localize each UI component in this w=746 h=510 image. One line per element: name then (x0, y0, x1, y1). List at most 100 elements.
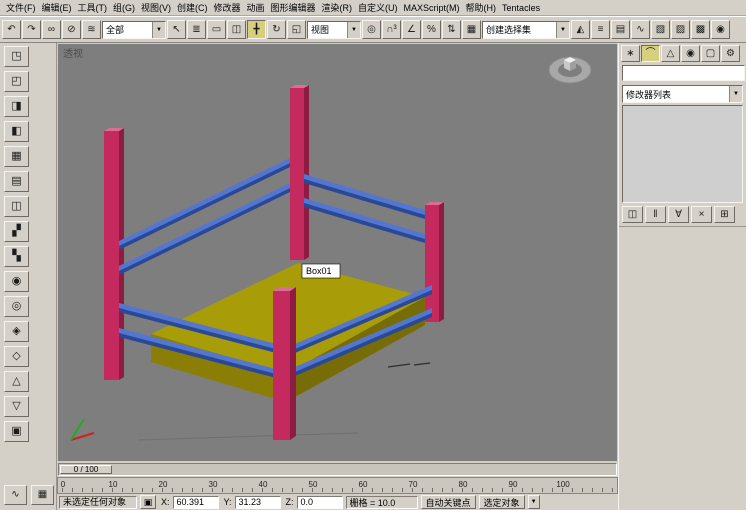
snap-toggle-3d-icon[interactable]: ∩³ (382, 20, 401, 39)
material-editor-icon[interactable]: ▨ (671, 20, 690, 39)
select-object-icon[interactable]: ↖ (167, 20, 186, 39)
key-filter-selected-button[interactable]: 选定对象 (478, 495, 525, 509)
menu-create[interactable]: 创建(C) (174, 0, 211, 15)
tab-create[interactable]: ∗ (621, 45, 640, 62)
reference-coordsys-value: 视图 (311, 25, 330, 35)
select-and-link-icon[interactable]: ∞ (42, 20, 61, 39)
quick-render-icon[interactable]: ◉ (711, 20, 730, 39)
menu-graph-editors[interactable]: 图形编辑器 (268, 0, 319, 15)
perspective-viewport[interactable]: 透视 Box01 (57, 43, 618, 462)
percent-snap-toggle-icon[interactable]: % (422, 20, 441, 39)
selection-filter-dropdown[interactable]: 全部 ▼ (102, 20, 166, 39)
menu-help[interactable]: 帮助(H) (463, 0, 500, 15)
spinner-snap-toggle-icon[interactable]: ⇅ (442, 20, 461, 39)
chevron-down-icon[interactable]: ▼ (152, 21, 165, 38)
layer-manager-icon[interactable]: ▤ (611, 20, 630, 39)
menu-rendering[interactable]: 渲染(R) (319, 0, 356, 15)
left-tool-icon-10[interactable]: ◉ (4, 271, 29, 292)
chevron-down-icon[interactable]: ▼ (729, 86, 742, 102)
left-tool-icon-12[interactable]: ◈ (4, 321, 29, 342)
z-coordinate-field[interactable]: 0.0 (296, 495, 343, 509)
left-tool-icon-15[interactable]: ▽ (4, 396, 29, 417)
mini-curve-editor-button[interactable]: ∿ (4, 485, 27, 505)
auto-key-button[interactable]: 自动关键点 (420, 495, 476, 509)
select-by-name-icon[interactable]: ≣ (187, 20, 206, 39)
left-tool-icon-08[interactable]: ▞ (4, 221, 29, 242)
rails-back-right[interactable] (304, 174, 425, 243)
select-and-rotate-icon[interactable]: ↻ (267, 20, 286, 39)
viewport-label[interactable]: 透视 (63, 45, 83, 60)
left-tool-icon-06[interactable]: ▤ (4, 171, 29, 192)
time-slider-track[interactable]: 0 / 100 (58, 463, 617, 476)
menu-group[interactable]: 组(G) (110, 0, 138, 15)
corner-post-right[interactable] (425, 202, 444, 322)
menu-tools[interactable]: 工具(T) (75, 0, 111, 15)
left-tool-icon-16[interactable]: ▣ (4, 421, 29, 442)
menu-tentacles[interactable]: Tentacles (499, 2, 543, 14)
time-tag-button[interactable]: ▦ (31, 485, 54, 505)
window-crossing-toggle-icon[interactable]: ◫ (227, 20, 246, 39)
menu-customize[interactable]: 自定义(U) (355, 0, 401, 15)
use-pivot-point-center-icon[interactable]: ◎ (362, 20, 381, 39)
modifier-list-dropdown[interactable]: 修改器列表 ▼ (622, 85, 743, 103)
tab-display[interactable]: ▢ (701, 45, 720, 62)
left-tool-icon-04[interactable]: ◧ (4, 121, 29, 142)
mirror-icon[interactable]: ◭ (571, 20, 590, 39)
redo-icon[interactable]: ↷ (22, 20, 41, 39)
chevron-down-icon[interactable]: ▼ (527, 495, 540, 509)
track-bar[interactable]: 0 10 20 30 40 50 60 70 80 90 100 (57, 477, 618, 494)
bind-to-space-warp-icon[interactable]: ≋ (82, 20, 101, 39)
edit-named-selection-sets-icon[interactable]: ▦ (462, 20, 481, 39)
tab-motion[interactable]: ◉ (681, 45, 700, 62)
object-name-field[interactable] (622, 65, 745, 81)
lock-selection-button[interactable]: ▣ (140, 495, 156, 509)
make-unique-button[interactable]: ∀ (668, 206, 689, 223)
left-tool-icon-01[interactable]: ◳ (4, 46, 29, 67)
corner-post-back[interactable] (290, 85, 309, 260)
curve-editor-icon[interactable]: ∿ (631, 20, 650, 39)
menu-maxscript[interactable]: MAXScript(M) (401, 2, 463, 14)
left-tool-icon-13[interactable]: ◇ (4, 346, 29, 367)
remove-modifier-button[interactable]: × (691, 206, 712, 223)
schematic-view-icon[interactable]: ▧ (651, 20, 670, 39)
corner-post-back-left[interactable] (104, 128, 124, 380)
menu-views[interactable]: 视图(V) (138, 0, 174, 15)
menu-edit[interactable]: 编辑(E) (39, 0, 75, 15)
tab-hierarchy[interactable]: △ (661, 45, 680, 62)
corner-post-front[interactable] (273, 287, 296, 440)
undo-icon[interactable]: ↶ (2, 20, 21, 39)
menu-animation[interactable]: 动画 (244, 0, 268, 15)
configure-modifier-sets-button[interactable]: ⊞ (714, 206, 735, 223)
reference-coordsys-dropdown[interactable]: 视图 ▼ (307, 20, 361, 39)
y-coordinate-field[interactable]: 31.23 (234, 495, 281, 509)
align-icon[interactable]: ≡ (591, 20, 610, 39)
select-and-uniform-scale-icon[interactable]: ◱ (287, 20, 306, 39)
show-end-result-button[interactable]: ‖ (645, 206, 666, 223)
chevron-down-icon[interactable]: ▼ (347, 21, 360, 38)
3dsmax-window: 文件(F) 编辑(E) 工具(T) 组(G) 视图(V) 创建(C) 修改器 动画 图形编辑器渲… (0, 0, 746, 510)
scene-canvas[interactable]: Box01 (58, 44, 617, 461)
menu-modifiers[interactable]: 修改器 (211, 0, 244, 15)
rails-back-left[interactable] (119, 158, 290, 275)
named-selection-set-dropdown[interactable]: 创建选择集 ▼ (482, 20, 570, 39)
angle-snap-toggle-icon[interactable]: ∠ (402, 20, 421, 39)
select-and-move-icon[interactable]: ╋ (247, 20, 266, 39)
tab-modify[interactable]: ⌒ (641, 45, 660, 62)
modifier-stack-list[interactable] (622, 105, 743, 203)
left-tool-icon-07[interactable]: ◫ (4, 196, 29, 217)
left-tool-icon-11[interactable]: ◎ (4, 296, 29, 317)
x-coordinate-field[interactable]: 60.391 (172, 495, 219, 509)
unlink-selection-icon[interactable]: ⊘ (62, 20, 81, 39)
left-tool-icon-02[interactable]: ◰ (4, 71, 29, 92)
left-tool-icon-09[interactable]: ▚ (4, 246, 29, 267)
time-slider-button[interactable]: 0 / 100 (60, 465, 112, 474)
chevron-down-icon[interactable]: ▼ (556, 21, 569, 38)
left-tool-icon-03[interactable]: ◨ (4, 96, 29, 117)
pin-stack-button[interactable]: ◫ (622, 206, 643, 223)
menu-file[interactable]: 文件(F) (3, 0, 39, 15)
tab-utilities[interactable]: ⚙ (721, 45, 740, 62)
render-setup-icon[interactable]: ▩ (691, 20, 710, 39)
left-tool-icon-05[interactable]: ▦ (4, 146, 29, 167)
left-tool-icon-14[interactable]: △ (4, 371, 29, 392)
rectangular-selection-region-icon[interactable]: ▭ (207, 20, 226, 39)
